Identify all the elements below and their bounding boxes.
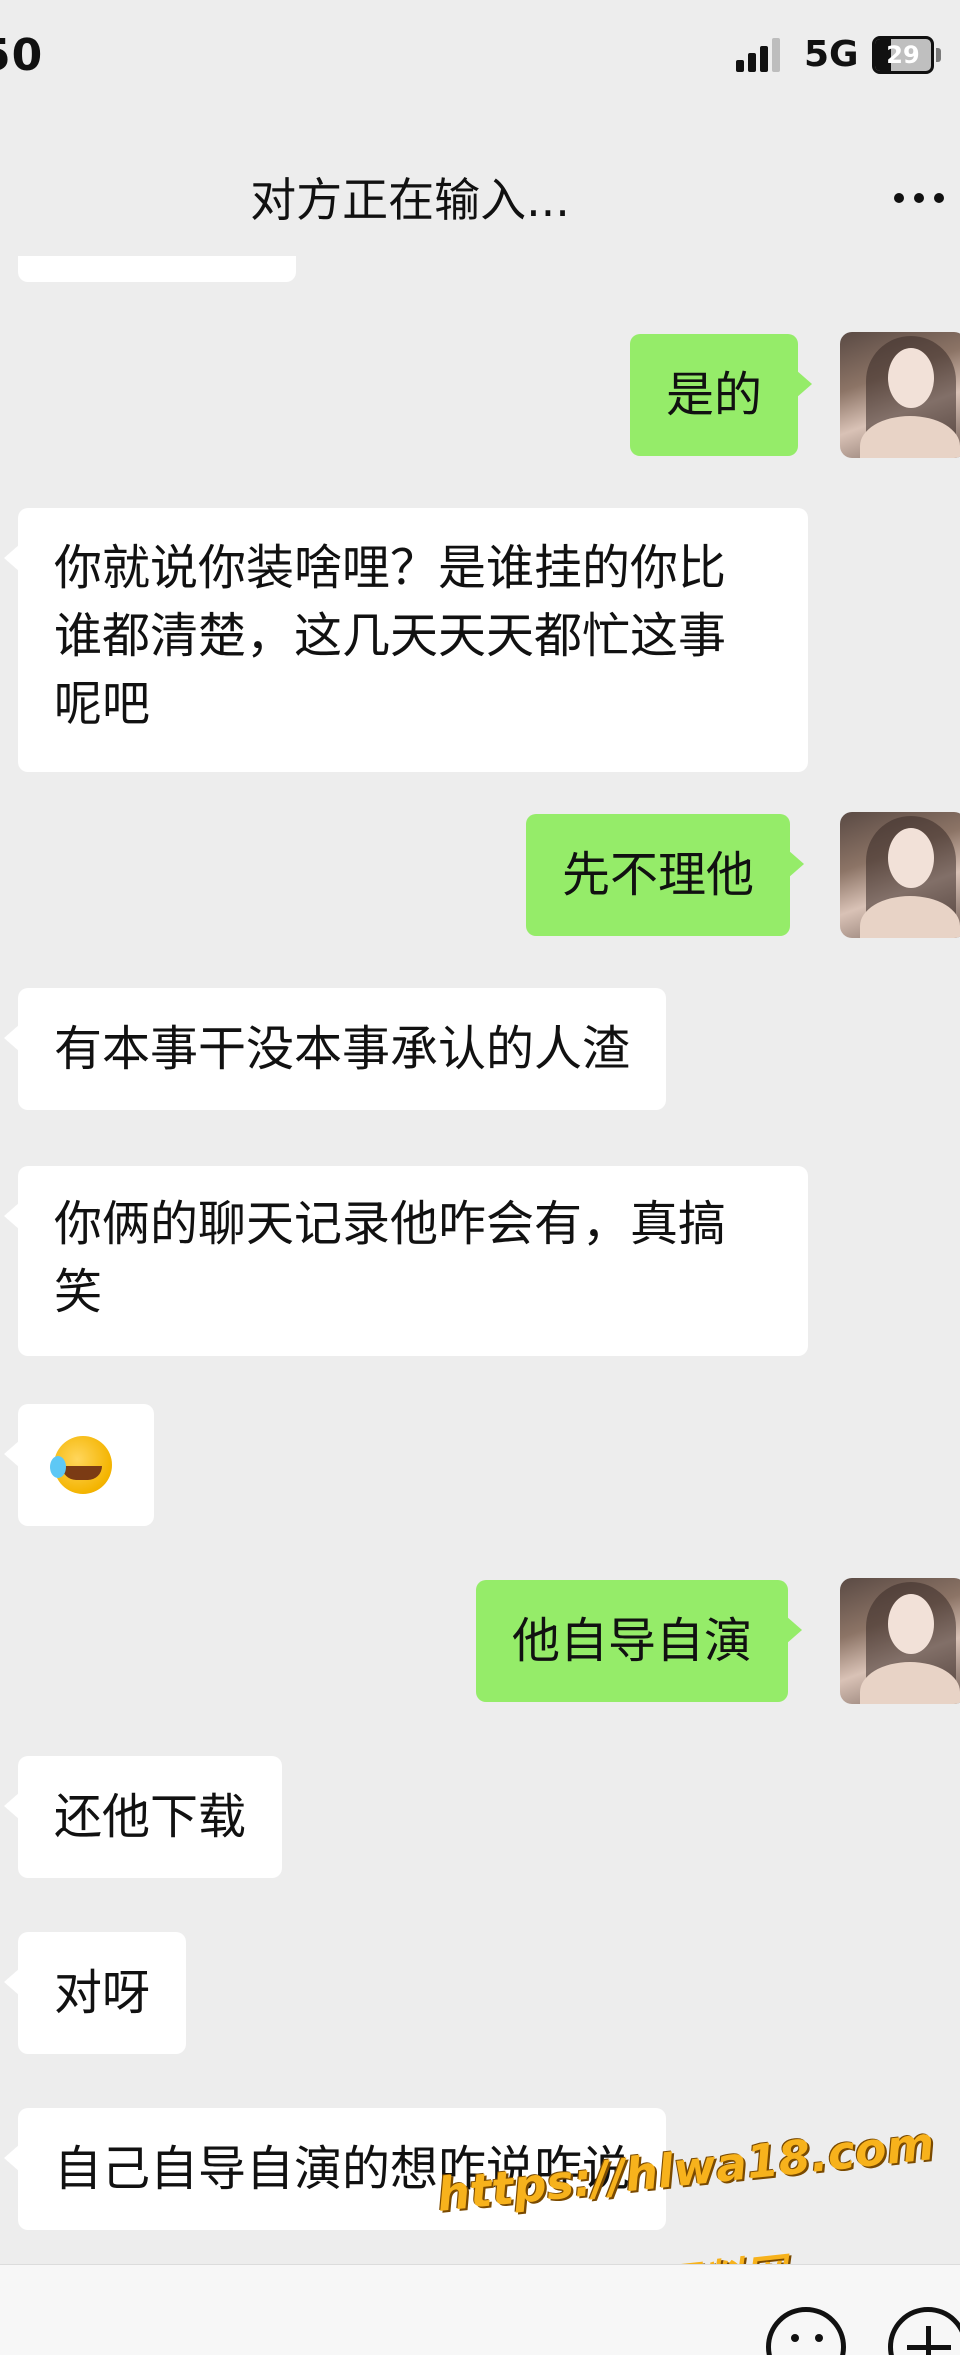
emoji-button[interactable] <box>766 2307 846 2355</box>
laughing-crying-emoji-icon <box>50 1436 112 1494</box>
message-bubble-outgoing[interactable]: 他自导自演 <box>476 1580 803 1702</box>
battery-icon: 29 <box>872 36 942 74</box>
battery-percent: 29 <box>886 41 920 69</box>
message-bubble-incoming[interactable] <box>4 1404 154 1526</box>
more-options-button[interactable] <box>884 168 954 228</box>
avatar[interactable] <box>840 812 960 938</box>
message-text: 对呀 <box>54 1965 151 2021</box>
signal-strength-icon <box>736 38 780 72</box>
status-time: 50 <box>0 30 44 81</box>
message-text: 你俩的聊天记录他咋会有，真搞笑 <box>54 1196 727 1320</box>
message-bubble-incoming[interactable]: 你就说你装啥哩？是谁挂的你比谁都清楚，这几天天天都忙这事呢吧 <box>4 508 808 772</box>
avatar[interactable] <box>840 332 960 458</box>
add-button[interactable] <box>888 2307 960 2355</box>
status-bar: 50 5G 29 <box>0 0 960 118</box>
avatar[interactable] <box>840 1578 960 1704</box>
message-bubble-incoming[interactable]: 有本事干没本事承认的人渣 <box>3 988 667 1110</box>
input-toolbar <box>0 2264 960 2355</box>
message-list[interactable]: 是的 你就说你装啥哩？是谁挂的你比谁都清楚，这几天天天都忙这事呢吧 先不理他 有… <box>0 256 960 2264</box>
message-bubble-outgoing[interactable]: 是的 <box>630 334 813 456</box>
message-text: 还他下载 <box>54 1789 247 1845</box>
message-text: 是的 <box>666 367 763 423</box>
chat-title: 对方正在输入... <box>250 173 570 227</box>
message-text: 先不理他 <box>562 847 755 903</box>
more-dots-icon <box>894 193 904 203</box>
chat-header: 对方正在输入... <box>0 140 960 256</box>
message-text: 有本事干没本事承认的人渣 <box>54 1021 631 1077</box>
message-bubble-incoming[interactable]: 对呀 <box>3 1932 187 2054</box>
message-bubble-incoming[interactable]: 你俩的聊天记录他咋会有，真搞笑 <box>4 1166 808 1356</box>
message-bubble-clipped[interactable] <box>18 256 296 282</box>
network-type: 5G <box>804 34 859 75</box>
message-text: 他自导自演 <box>512 1613 753 1669</box>
message-bubble-incoming[interactable]: 还他下载 <box>3 1756 283 1878</box>
message-bubble-outgoing[interactable]: 先不理他 <box>526 814 805 936</box>
message-text: 你就说你装啥哩？是谁挂的你比谁都清楚，这几天天天都忙这事呢吧 <box>54 540 727 732</box>
